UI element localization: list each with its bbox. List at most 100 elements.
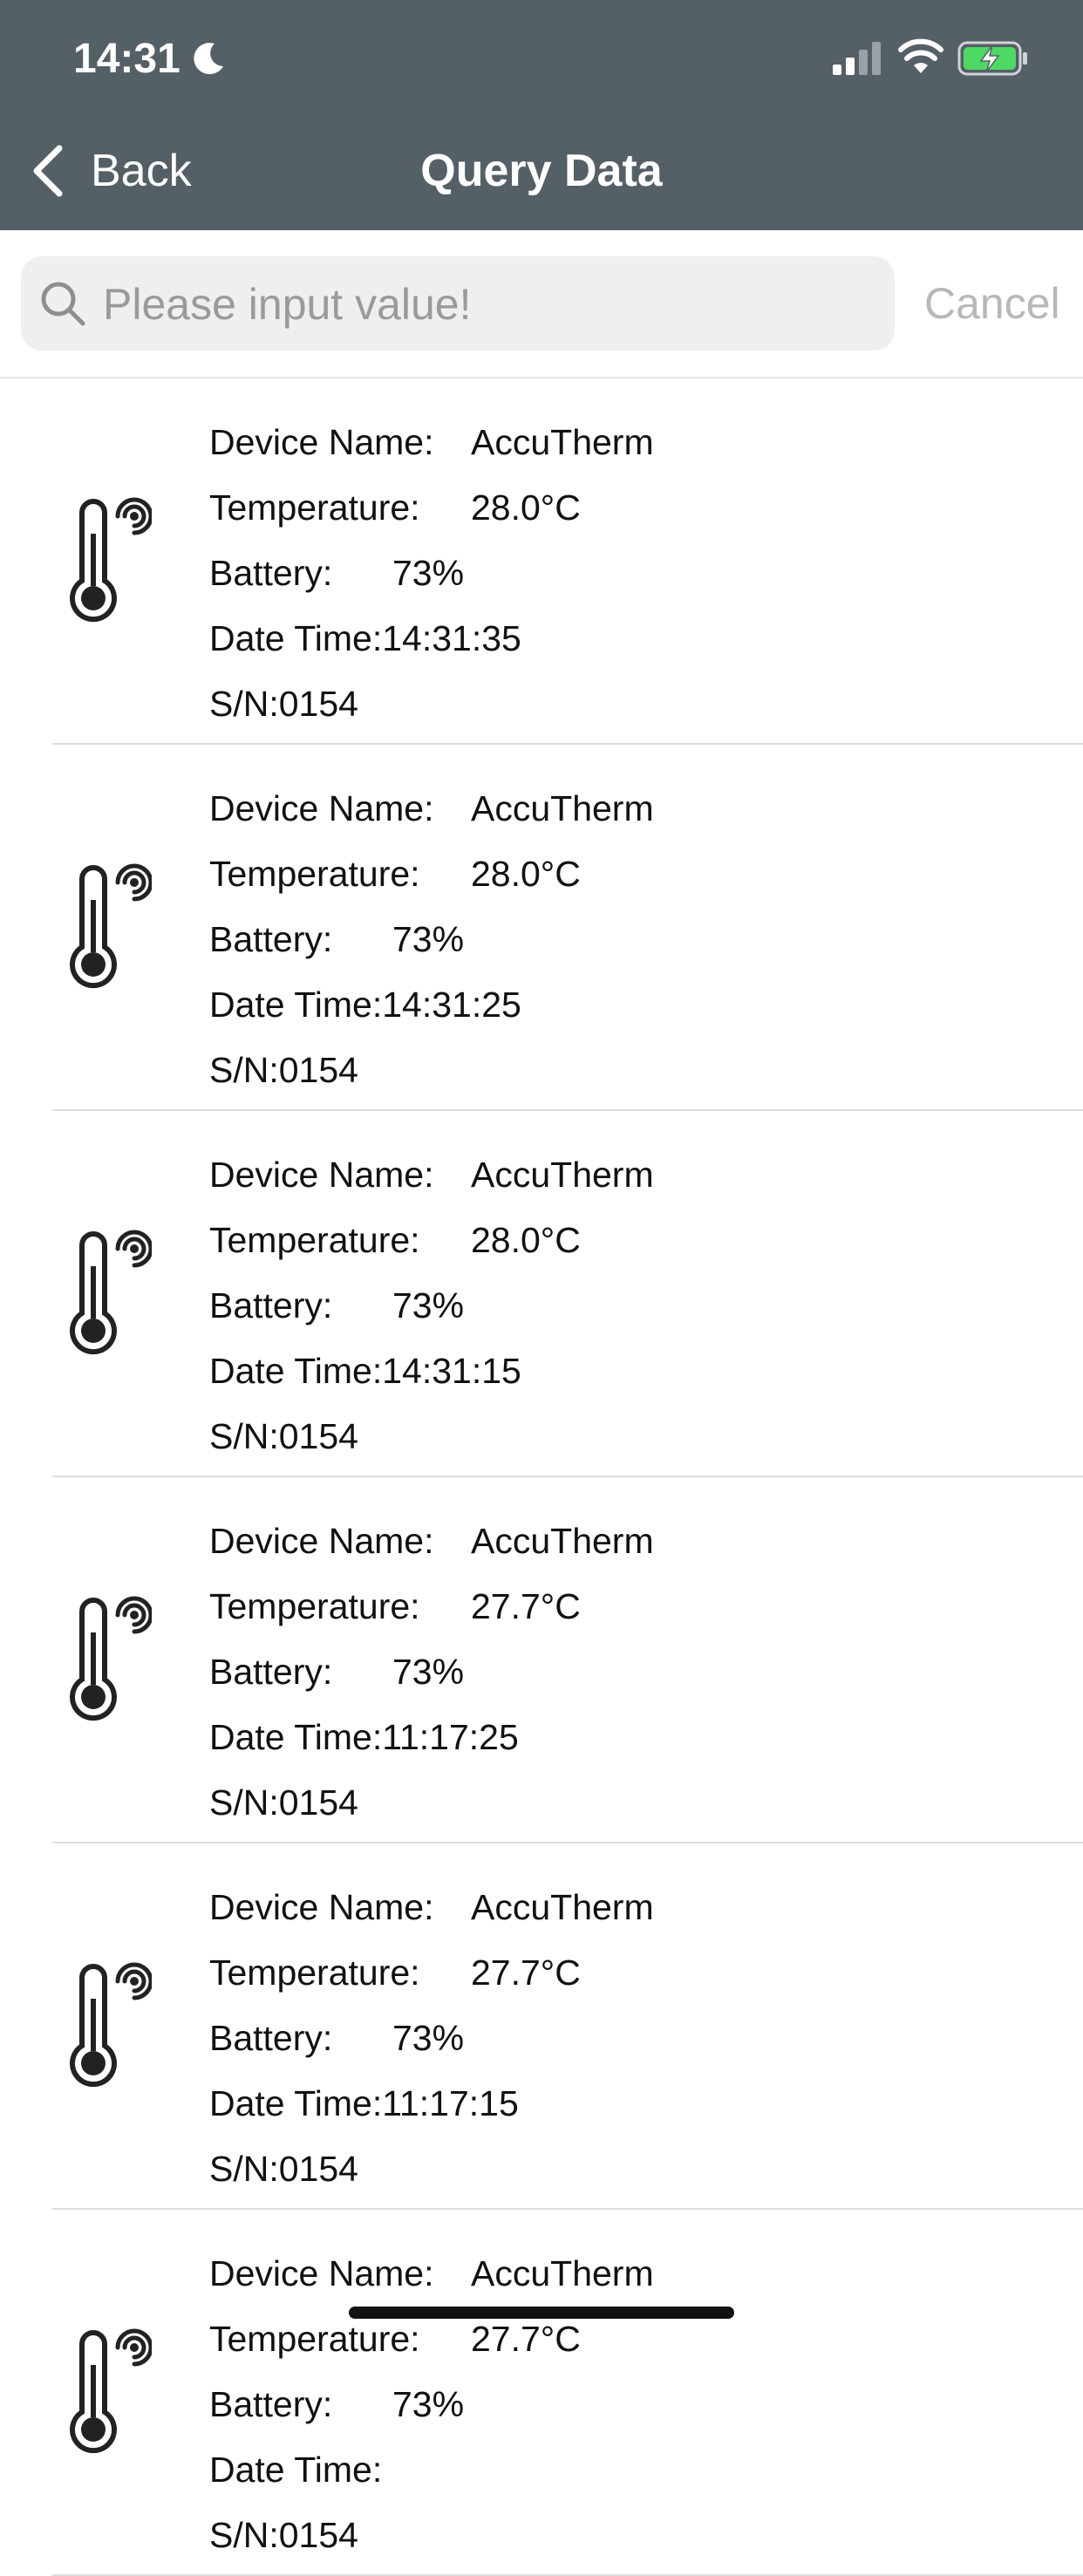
wireless-thermometer-icon [70, 2328, 152, 2454]
serial-number-value: 0154 [278, 2515, 358, 2555]
date-time-label: Date Time: [209, 2083, 383, 2123]
wireless-thermometer-icon [70, 863, 152, 989]
page-title: Query Data [420, 146, 663, 196]
temperature-row: Temperature: 27.7°C [209, 1940, 654, 2006]
temperature-row: Temperature: 28.0°C [209, 475, 654, 541]
device-name-label: Device Name: [209, 1521, 434, 1561]
list-item[interactable]: Device Name: AccuTherm Temperature: 28.0°C… [52, 1111, 1083, 1477]
wireless-thermometer-icon [70, 497, 152, 623]
device-name-value: AccuTherm [471, 422, 654, 462]
date-time-label: Date Time: [209, 618, 383, 658]
date-time-label: Date Time: [209, 1717, 383, 1757]
device-name-value: AccuTherm [471, 1887, 654, 1927]
record-details: Device Name: AccuTherm Temperature: 27.7°C… [209, 2241, 654, 2568]
wifi-icon [898, 38, 943, 73]
device-name-label: Device Name: [209, 1155, 434, 1195]
serial-number-row: S/N:0154 [209, 1038, 654, 1103]
serial-number-row: S/N:0154 [209, 2503, 654, 2568]
date-time-label: Date Time: [209, 2450, 383, 2490]
serial-number-label: S/N: [209, 1050, 279, 1090]
record-details: Device Name: AccuTherm Temperature: 28.0°C… [209, 1142, 654, 1469]
list-item[interactable]: Device Name: AccuTherm Temperature: 27.7°C… [52, 1477, 1083, 1843]
device-name-row: Device Name: AccuTherm [209, 1142, 654, 1208]
temperature-value: 28.0°C [471, 1220, 581, 1260]
date-time-value: 11:17:15 [382, 2083, 519, 2123]
list-item[interactable]: Device Name: AccuTherm Temperature: 27.7°C… [52, 1843, 1083, 2210]
device-name-label: Device Name: [209, 1887, 434, 1927]
device-name-row: Device Name: AccuTherm [209, 776, 654, 842]
date-time-value: 14:31:15 [382, 1351, 521, 1391]
temperature-label: Temperature: [209, 1220, 420, 1260]
battery-value: 73% [392, 919, 465, 959]
list-item[interactable]: Device Name: AccuTherm Temperature: 27.7°C… [52, 2210, 1083, 2576]
search-input[interactable] [101, 256, 881, 352]
temperature-label: Temperature: [209, 1952, 420, 1993]
battery-label: Battery: [209, 2384, 333, 2424]
temperature-label: Temperature: [209, 1586, 420, 1626]
serial-number-row: S/N:0154 [209, 1404, 654, 1469]
date-time-label: Date Time: [209, 1351, 383, 1391]
search-field-container[interactable] [21, 256, 895, 352]
battery-value: 73% [392, 2384, 465, 2424]
temperature-label: Temperature: [209, 854, 420, 894]
date-time-row: Date Time:11:17:15 [209, 2071, 654, 2136]
battery-row: Battery: 73% [209, 2006, 654, 2071]
device-name-label: Device Name: [209, 422, 434, 462]
search-bar: Cancel [0, 230, 1083, 378]
home-indicator[interactable] [349, 2307, 734, 2319]
cancel-button[interactable]: Cancel [924, 256, 1060, 351]
wireless-thermometer-icon [70, 1962, 152, 2088]
serial-number-value: 0154 [278, 684, 358, 724]
temperature-value: 27.7°C [471, 1952, 581, 1993]
date-time-row: Date Time:11:17:25 [209, 1705, 654, 1770]
battery-row: Battery: 73% [209, 1639, 654, 1705]
battery-value: 73% [392, 1652, 465, 1692]
navigation-header: 14:31 Back Query Data [0, 0, 1083, 230]
serial-number-label: S/N: [209, 1782, 279, 1823]
serial-number-value: 0154 [278, 1416, 358, 1456]
moon-icon [194, 43, 223, 75]
battery-label: Battery: [209, 919, 333, 959]
serial-number-label: S/N: [209, 2149, 279, 2189]
date-time-row: Date Time:14:31:35 [209, 606, 654, 671]
device-name-label: Device Name: [209, 2253, 434, 2293]
cellular-signal-icon [833, 42, 881, 75]
record-details: Device Name: AccuTherm Temperature: 28.0°C… [209, 410, 654, 737]
serial-number-row: S/N:0154 [209, 671, 654, 737]
device-name-value: AccuTherm [471, 2253, 654, 2293]
battery-value: 73% [392, 553, 465, 593]
battery-value: 73% [392, 1285, 465, 1325]
battery-row: Battery: 73% [209, 907, 654, 972]
list-item[interactable]: Device Name: AccuTherm Temperature: 28.0°C… [52, 378, 1083, 745]
serial-number-row: S/N:0154 [209, 2136, 654, 2202]
serial-number-label: S/N: [209, 1416, 279, 1456]
battery-row: Battery: 73% [209, 541, 654, 606]
device-name-value: AccuTherm [471, 788, 654, 828]
battery-row: Battery: 73% [209, 1273, 654, 1339]
serial-number-value: 0154 [278, 1782, 358, 1823]
date-time-row: Date Time: [209, 2437, 654, 2503]
device-name-label: Device Name: [209, 788, 434, 828]
record-details: Device Name: AccuTherm Temperature: 28.0°C… [209, 776, 654, 1103]
device-name-row: Device Name: AccuTherm [209, 2241, 654, 2307]
battery-label: Battery: [209, 1652, 333, 1692]
battery-label: Battery: [209, 2018, 333, 2058]
list-item[interactable]: Device Name: AccuTherm Temperature: 28.0°C… [52, 745, 1083, 1111]
battery-row: Battery: 73% [209, 2372, 654, 2437]
wireless-thermometer-icon [70, 1596, 152, 1721]
device-name-row: Device Name: AccuTherm [209, 1875, 654, 1940]
records-list[interactable]: Device Name: AccuTherm Temperature: 28.0°C… [0, 378, 1083, 2576]
serial-number-value: 0154 [278, 2149, 358, 2189]
search-icon [41, 282, 85, 326]
battery-label: Battery: [209, 1285, 333, 1325]
temperature-row: Temperature: 27.7°C [209, 1574, 654, 1639]
temperature-value: 28.0°C [471, 487, 581, 528]
temperature-row: Temperature: 28.0°C [209, 1208, 654, 1273]
temperature-value: 28.0°C [471, 854, 581, 894]
date-time-label: Date Time: [209, 985, 383, 1025]
battery-value: 73% [392, 2018, 465, 2058]
record-details: Device Name: AccuTherm Temperature: 27.7°C… [209, 1509, 654, 1836]
date-time-row: Date Time:14:31:25 [209, 972, 654, 1038]
temperature-value: 27.7°C [471, 1586, 581, 1626]
record-details: Device Name: AccuTherm Temperature: 27.7°C… [209, 1875, 654, 2202]
